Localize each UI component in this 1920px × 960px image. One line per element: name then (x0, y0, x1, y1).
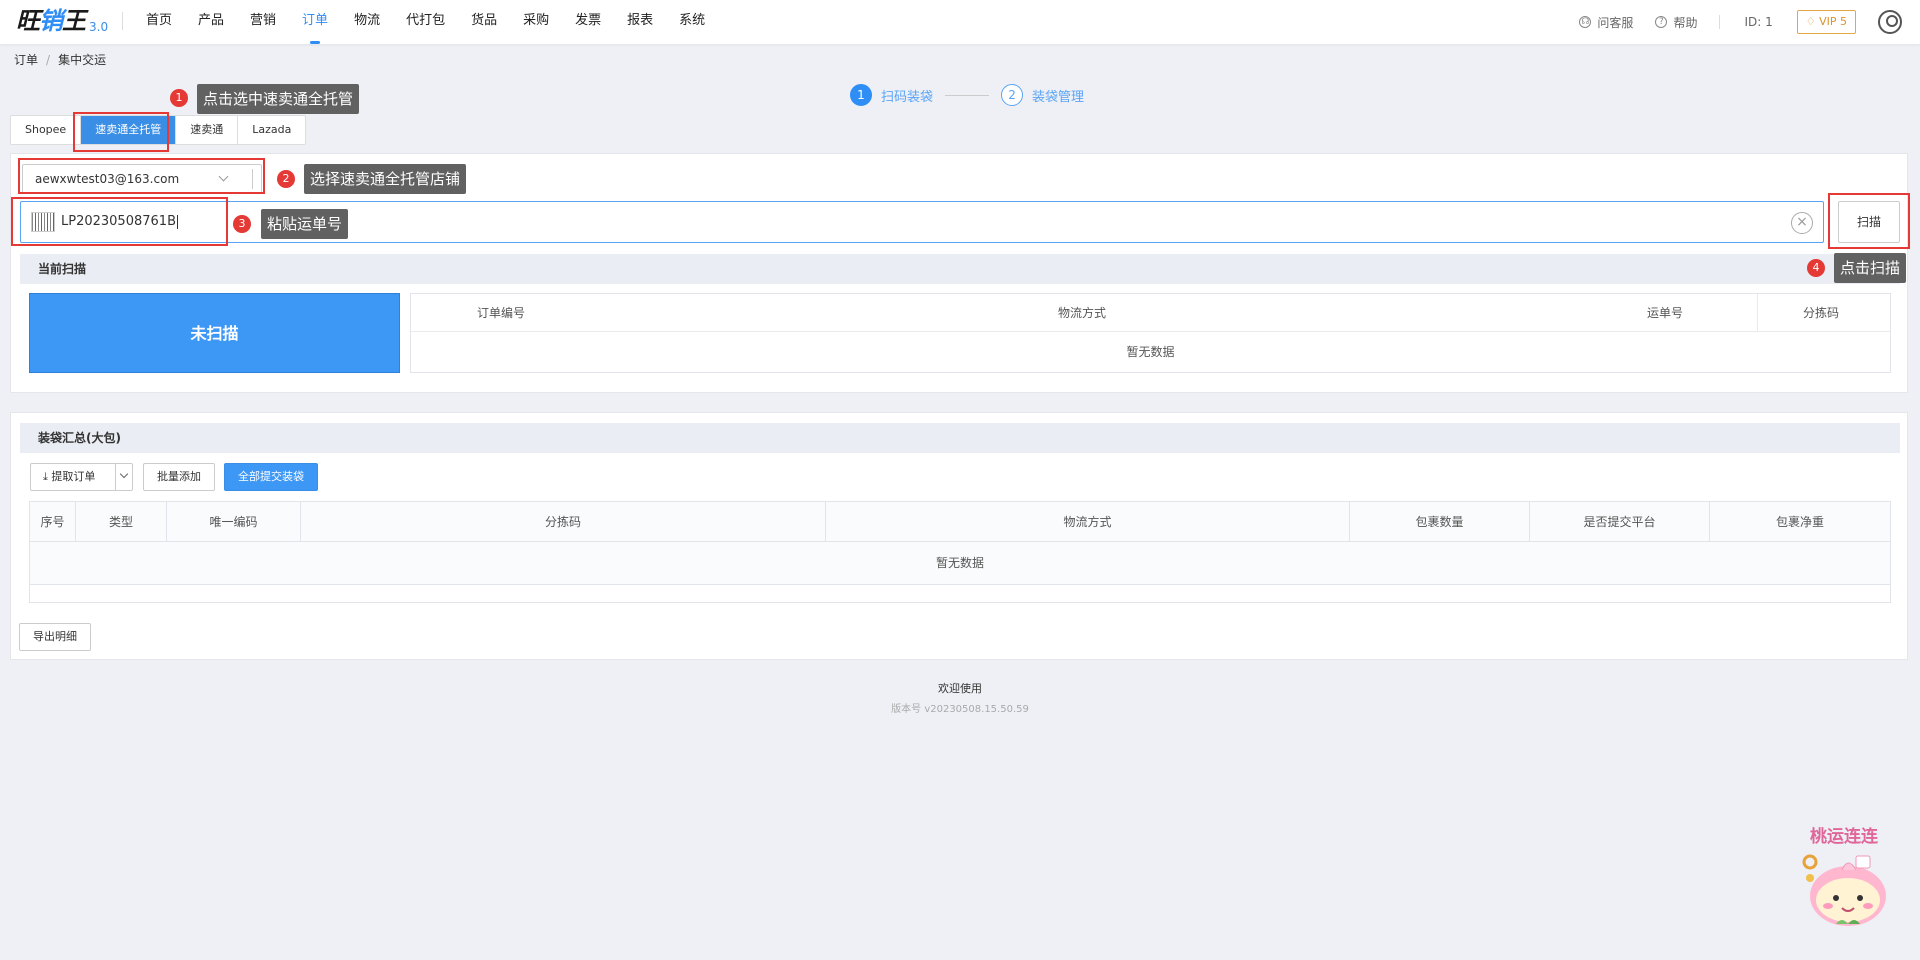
bag-summary-title: 装袋汇总(大包) (20, 423, 1900, 453)
annotation-tip-2: 选择速卖通全托管店铺 (304, 164, 467, 194)
help-label: 帮助 (1673, 15, 1698, 30)
diamond-icon: ♢ (1805, 15, 1820, 28)
annotation-box-1 (73, 112, 169, 152)
annotation-box-2 (18, 158, 265, 194)
column-package-count: 包裹数量 (1350, 502, 1530, 542)
nav-item-marketing[interactable]: 营销 (250, 0, 276, 44)
step-2-label[interactable]: 装袋管理 (1032, 86, 1084, 105)
column-sort-code: 分拣码 (1803, 306, 1840, 320)
breadcrumb: 订单 / 集中交运 (14, 51, 106, 68)
annotation-badge-3: 3 (233, 215, 251, 233)
top-right-tools: ☊ 问客服 ? 帮助 ID: 1 ♢ VIP 5 (1579, 0, 1920, 44)
chevron-down-icon[interactable] (119, 469, 129, 479)
headset-icon: ☊ (1579, 16, 1592, 28)
column-waybill-number: 运单号 (1647, 306, 1684, 320)
annotation-badge-4: 4 (1807, 259, 1825, 277)
annotation-badge-2: 2 (277, 170, 295, 188)
vip-label: VIP 5 (1819, 15, 1847, 28)
empty-state: 暂无数据 (30, 542, 1890, 585)
annotation-tip-3: 粘贴运单号 (261, 209, 349, 239)
breadcrumb-orders[interactable]: 订单 (14, 53, 38, 67)
column-sort-code: 分拣码 (301, 502, 826, 542)
nav-item-products[interactable]: 产品 (198, 0, 224, 44)
bag-summary-table: 序号 类型 唯一编码 分拣码 物流方式 包裹数量 是否提交平台 包裹净重 暂无数… (29, 501, 1891, 603)
user-avatar-icon[interactable] (1878, 10, 1902, 34)
step-1-label[interactable]: 扫码装袋 (881, 86, 933, 105)
vip-badge[interactable]: ♢ VIP 5 (1796, 10, 1856, 34)
table-header-row: 订单编号 物流方式 运单号 分拣码 (411, 294, 1890, 332)
tab-aliexpress[interactable]: 速卖通 (176, 116, 239, 144)
nav-item-invoice[interactable]: 发票 (575, 0, 601, 44)
step-1-number: 1 (850, 84, 872, 106)
nav-item-packing[interactable]: 代打包 (406, 0, 445, 44)
column-unique-code: 唯一编码 (167, 502, 301, 542)
nav-item-goods[interactable]: 货品 (471, 0, 497, 44)
peach-mascot-icon[interactable] (1798, 820, 1898, 930)
annotation-box-3 (11, 197, 228, 246)
annotation-badge-1: 1 (170, 89, 188, 107)
column-order-number: 订单编号 (477, 306, 526, 320)
nav-item-purchase[interactable]: 采购 (523, 0, 549, 44)
main-nav: 首页 产品 营销 订单 物流 代打包 货品 采购 发票 报表 系统 (146, 0, 731, 44)
empty-state: 暂无数据 (1126, 345, 1175, 359)
export-details-button[interactable]: 导出明细 (19, 623, 91, 651)
help-link[interactable]: ? 帮助 (1655, 14, 1697, 31)
support-link[interactable]: ☊ 问客服 (1579, 14, 1633, 31)
column-logistics-method: 物流方式 (1058, 306, 1107, 320)
app-version: 3.0 (89, 20, 109, 34)
tab-shopee[interactable]: Shopee (11, 116, 82, 144)
submit-all-button[interactable]: 全部提交装袋 (224, 463, 318, 491)
column-net-weight: 包裹净重 (1775, 515, 1824, 529)
step-indicator: 1 扫码装袋 2 装袋管理 (850, 84, 1084, 106)
annotation-tip-1: 点击选中速卖通全托管 (197, 84, 360, 114)
batch-add-button[interactable]: 批量添加 (143, 463, 215, 491)
nav-item-system[interactable]: 系统 (679, 0, 705, 44)
help-icon: ? (1655, 16, 1668, 28)
clear-icon[interactable]: × (1791, 212, 1813, 234)
tab-lazada[interactable]: Lazada (238, 116, 305, 144)
footer-version: 版本号 v20230508.15.50.59 (891, 704, 1029, 715)
support-label: 问客服 (1597, 15, 1634, 30)
logo-divider (122, 12, 123, 30)
column-submitted-to-platform: 是否提交平台 (1530, 502, 1710, 542)
current-scan-table: 订单编号 物流方式 运单号 分拣码 暂无数据 (410, 293, 1891, 373)
user-id: ID: 1 (1744, 15, 1773, 29)
toolbar-divider (1719, 15, 1721, 29)
scan-status-box: 未扫描 (29, 293, 400, 373)
step-connector (945, 94, 990, 96)
nav-item-logistics[interactable]: 物流 (354, 0, 380, 44)
app-logo[interactable]: 旺销王 3.0 (16, 6, 108, 36)
column-divider (1757, 294, 1758, 332)
breadcrumb-current: 集中交运 (58, 53, 107, 67)
current-scan-title: 当前扫描 (20, 254, 1900, 284)
column-logistics-method: 物流方式 (826, 502, 1350, 542)
annotation-tip-4: 点击扫描 (1834, 253, 1907, 283)
nav-item-reports[interactable]: 报表 (627, 0, 653, 44)
footer-welcome: 欢迎使用 (938, 682, 982, 695)
logo-text: 旺销王 (16, 6, 86, 35)
breadcrumb-separator: / (46, 53, 51, 67)
column-index: 序号 (30, 502, 76, 542)
nav-item-orders[interactable]: 订单 (302, 0, 328, 44)
fetch-orders-button[interactable]: ⤓ 提取订单 (30, 463, 133, 491)
top-navbar: 旺销王 3.0 首页 产品 营销 订单 物流 代打包 货品 采购 发票 报表 系… (0, 0, 1920, 44)
step-2-number: 2 (1001, 84, 1024, 106)
table-header-row: 序号 类型 唯一编码 分拣码 物流方式 包裹数量 是否提交平台 包裹净重 (30, 502, 1890, 542)
column-type: 类型 (76, 502, 167, 542)
fetch-orders-label: 提取订单 (51, 470, 96, 483)
nav-item-home[interactable]: 首页 (146, 0, 172, 44)
split-divider (115, 464, 116, 490)
annotation-box-4 (1828, 193, 1910, 249)
